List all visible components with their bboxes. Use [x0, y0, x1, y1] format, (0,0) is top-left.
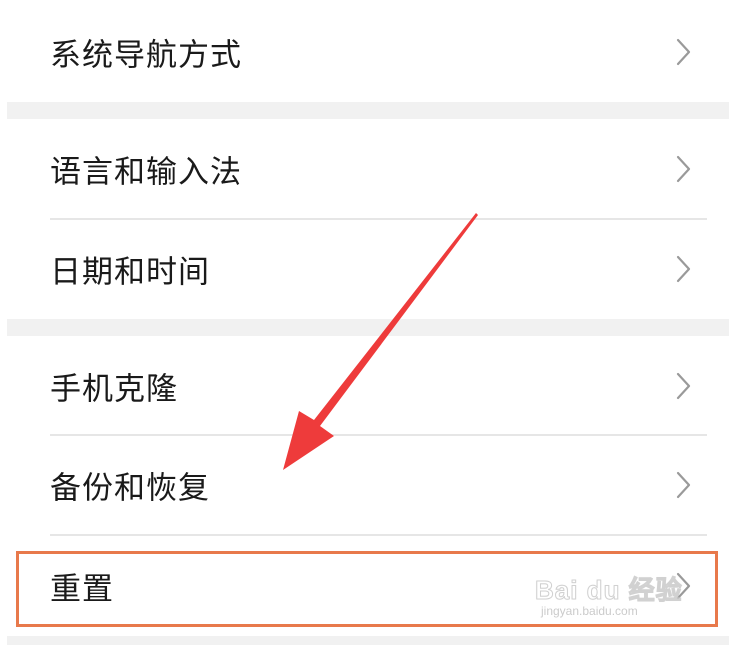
- settings-item-system-navigation[interactable]: 系统导航方式: [7, 2, 729, 102]
- chevron-right-icon: [676, 372, 691, 400]
- settings-item-label: 备份和恢复: [50, 470, 210, 507]
- settings-item-label: 语言和输入法: [50, 154, 242, 191]
- settings-item-label: 系统导航方式: [50, 37, 242, 74]
- settings-item-label: 手机克隆: [50, 371, 178, 408]
- chevron-right-icon: [676, 38, 691, 66]
- settings-group-navigation: 系统导航方式: [7, 0, 729, 102]
- settings-item-phone-clone[interactable]: 手机克隆: [7, 336, 729, 436]
- settings-item-backup-restore[interactable]: 备份和恢复: [7, 435, 729, 535]
- settings-item-date-time[interactable]: 日期和时间: [7, 219, 729, 319]
- group-separator: [7, 319, 729, 336]
- group-separator: [7, 102, 729, 119]
- chevron-right-icon: [676, 471, 691, 499]
- settings-item-language-input[interactable]: 语言和输入法: [7, 119, 729, 219]
- settings-list: 系统导航方式 语言和输入法 日期和时间 手机克隆 备份和恢复 重置: [0, 0, 729, 645]
- chevron-right-icon: [676, 155, 691, 183]
- chevron-right-icon: [676, 255, 691, 283]
- settings-item-label: 日期和时间: [50, 254, 210, 291]
- watermark-brand: Bai du 经验: [535, 575, 683, 606]
- settings-group-language-time: 语言和输入法 日期和时间: [7, 119, 729, 319]
- bottom-separator: [7, 636, 729, 645]
- baidu-watermark: Bai du 经验 jingyan.baidu.com: [535, 564, 695, 624]
- watermark-url: jingyan.baidu.com: [541, 604, 638, 618]
